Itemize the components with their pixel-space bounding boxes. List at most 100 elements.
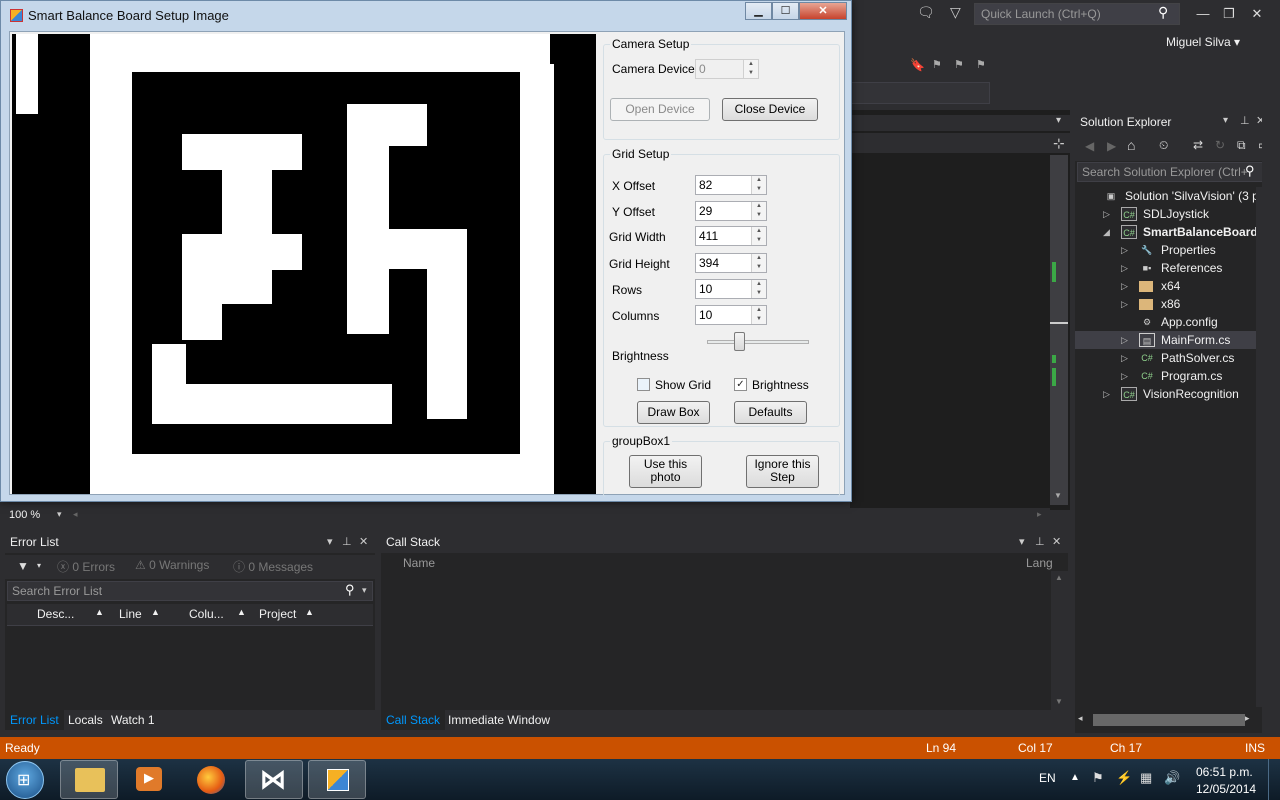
spin-buttons-icon[interactable]: ▲ ▼ <box>751 176 766 194</box>
close-icon[interactable]: ✕ <box>1052 535 1061 548</box>
bookmark-next-icon[interactable]: ⚑ <box>954 58 964 71</box>
scroll-left-icon[interactable]: ◂ <box>1078 713 1083 724</box>
spin-buttons-icon[interactable]: ▲ ▼ <box>751 254 766 272</box>
use-photo-button[interactable]: Use this photo <box>629 455 702 488</box>
scroll-down-icon[interactable]: ▼ <box>1054 491 1062 500</box>
spin-buttons-icon[interactable]: ▲ ▼ <box>743 60 758 78</box>
tab-call-stack[interactable]: Call Stack <box>381 710 446 730</box>
open-device-button[interactable]: Open Device <box>610 98 710 121</box>
grid-field-input[interactable]: 82 ▲ ▼ <box>695 175 767 195</box>
tab-dropdown-icon[interactable]: ▾ <box>1056 115 1061 126</box>
pending-changes-icon[interactable]: ⏲ <box>1159 138 1168 153</box>
taskbar-explorer[interactable] <box>60 760 118 799</box>
column-column[interactable]: Colu... ▲ <box>189 607 253 621</box>
tree-item-x64[interactable]: ▷ x64 <box>1075 277 1272 295</box>
messages-filter-button[interactable]: ⓘ 0 Messages <box>233 558 313 575</box>
grid-field-input[interactable]: 411 ▲ ▼ <box>695 226 767 246</box>
expand-arrow-icon[interactable]: ▷ <box>1121 331 1131 349</box>
tree-item-x86[interactable]: ▷ x86 <box>1075 295 1272 313</box>
clock-time[interactable]: 06:51 p.m. <box>1196 765 1253 779</box>
search-icon[interactable]: ⚲ <box>345 582 355 598</box>
expand-arrow-icon[interactable]: ▷ <box>1103 205 1113 223</box>
feedback-icon[interactable]: 🗨 <box>917 4 935 21</box>
panel-dropdown-icon[interactable]: ▾ <box>1223 115 1228 126</box>
brightness-slider-thumb[interactable] <box>734 332 745 351</box>
bookmark-clear-icon[interactable]: ⚑ <box>976 58 986 71</box>
collapse-all-icon[interactable]: ⧉ <box>1237 138 1246 153</box>
tab-immediate-window[interactable]: Immediate Window <box>443 710 555 730</box>
tree-item-smartbalanceboard[interactable]: ◢ C# SmartBalanceBoard <box>1075 223 1272 241</box>
grid-field-input[interactable]: 394 ▲ ▼ <box>695 253 767 273</box>
quick-launch-input[interactable]: Quick Launch (Ctrl+Q) <box>974 3 1180 25</box>
call-stack-scrollbar[interactable]: ▲ ▼ <box>1051 571 1068 711</box>
search-dropdown-icon[interactable]: ▾ <box>362 585 367 596</box>
tab-watch-1[interactable]: Watch 1 <box>106 710 160 730</box>
minimize-icon[interactable]: — <box>1190 4 1216 24</box>
expand-arrow-icon[interactable]: ▷ <box>1121 259 1131 277</box>
bookmark-prev-icon[interactable]: ⚑ <box>932 58 942 71</box>
spin-buttons-icon[interactable]: ▲ ▼ <box>751 306 766 324</box>
show-hidden-icons-icon[interactable]: ▲ <box>1070 772 1080 783</box>
back-icon[interactable]: ◀ <box>1085 139 1094 153</box>
spin-buttons-icon[interactable]: ▲ ▼ <box>751 202 766 220</box>
horizontal-scrollbar-thumb[interactable] <box>1093 714 1245 726</box>
tree-item-app-config[interactable]: ⚙ App.config <box>1075 313 1272 331</box>
user-account-name[interactable]: Miguel Silva ▾ <box>1166 35 1240 49</box>
draw-box-button[interactable]: Draw Box <box>637 401 710 424</box>
minimize-icon[interactable]: ▁ <box>745 2 772 20</box>
column-description[interactable]: Desc... ▲ <box>37 607 113 621</box>
close-icon[interactable]: ✕ <box>799 2 847 20</box>
spin-buttons-icon[interactable]: ▲ ▼ <box>751 280 766 298</box>
column-project[interactable]: Project ▲ <box>259 607 323 621</box>
show-grid-checkbox[interactable] <box>637 378 650 391</box>
pin-icon[interactable]: ⊥ <box>342 535 352 548</box>
column-name[interactable]: Name <box>403 556 435 570</box>
close-icon[interactable]: ✕ <box>1244 4 1270 24</box>
tree-item-visionrecognition[interactable]: ▷ C# VisionRecognition <box>1075 385 1272 403</box>
column-language[interactable]: Lang <box>1026 556 1053 570</box>
errors-filter-button[interactable]: ⓧ 0 Errors <box>57 558 115 575</box>
search-icon[interactable]: ⚲ <box>1245 163 1255 179</box>
start-button[interactable]: ⊞ <box>6 761 44 799</box>
tree-item-program-cs[interactable]: ▷ C# Program.cs <box>1075 367 1272 385</box>
taskbar-media-player[interactable]: ▶ <box>120 760 178 799</box>
zoom-level[interactable]: 100 % <box>9 509 40 521</box>
scroll-left-icon[interactable]: ◂ <box>73 509 78 520</box>
panel-dropdown-icon[interactable]: ▾ <box>327 535 333 548</box>
collapse-arrow-icon[interactable]: ◢ <box>1103 223 1113 241</box>
scroll-right-icon[interactable]: ▸ <box>1037 509 1042 520</box>
volume-icon[interactable]: 🔊 <box>1164 770 1180 786</box>
refresh-icon[interactable]: ↻ <box>1215 138 1225 152</box>
show-desktop-button[interactable] <box>1268 759 1280 800</box>
brightness-slider[interactable] <box>707 340 809 344</box>
editor-scrollbar[interactable]: ▼ <box>1050 155 1068 505</box>
grid-field-input[interactable]: 10 ▲ ▼ <box>695 305 767 325</box>
spin-buttons-icon[interactable]: ▲ ▼ <box>751 227 766 245</box>
expand-arrow-icon[interactable]: ▷ <box>1121 277 1131 295</box>
filter-dropdown-icon[interactable]: ▾ <box>37 561 41 570</box>
taskbar-visual-studio[interactable]: ⋈ <box>245 760 303 799</box>
defaults-button[interactable]: Defaults <box>734 401 807 424</box>
pin-icon[interactable]: ⊥ <box>1035 535 1045 548</box>
tab-locals[interactable]: Locals <box>63 710 108 730</box>
expand-arrow-icon[interactable]: ▷ <box>1121 295 1131 313</box>
sync-icon[interactable]: ⇄ <box>1193 138 1203 152</box>
pin-icon[interactable]: ⊥ <box>1240 114 1250 127</box>
input-language[interactable]: EN <box>1039 771 1056 785</box>
restore-icon[interactable]: ❐ <box>1216 4 1242 24</box>
scroll-down-icon[interactable]: ▼ <box>1055 697 1063 706</box>
forward-icon[interactable]: ▶ <box>1107 139 1116 153</box>
expand-arrow-icon[interactable]: ▷ <box>1103 385 1113 403</box>
split-icon[interactable]: ⊹ <box>1053 135 1065 152</box>
taskbar-firefox[interactable] <box>182 760 240 799</box>
maximize-icon[interactable]: ☐ <box>772 2 799 20</box>
expand-arrow-icon[interactable]: ▷ <box>1121 241 1131 259</box>
close-device-button[interactable]: Close Device <box>722 98 818 121</box>
grid-field-input[interactable]: 10 ▲ ▼ <box>695 279 767 299</box>
tree-item-mainform-cs[interactable]: ▷ ▤ MainForm.cs <box>1075 331 1272 349</box>
grid-field-input[interactable]: 29 ▲ ▼ <box>695 201 767 221</box>
power-icon[interactable]: ⚡ <box>1116 770 1132 786</box>
tree-item-sdljoystick[interactable]: ▷ C# SDLJoystick <box>1075 205 1272 223</box>
warnings-filter-button[interactable]: ⚠ 0 Warnings <box>135 558 209 572</box>
brightness-checkbox[interactable]: ✓ <box>734 378 747 391</box>
